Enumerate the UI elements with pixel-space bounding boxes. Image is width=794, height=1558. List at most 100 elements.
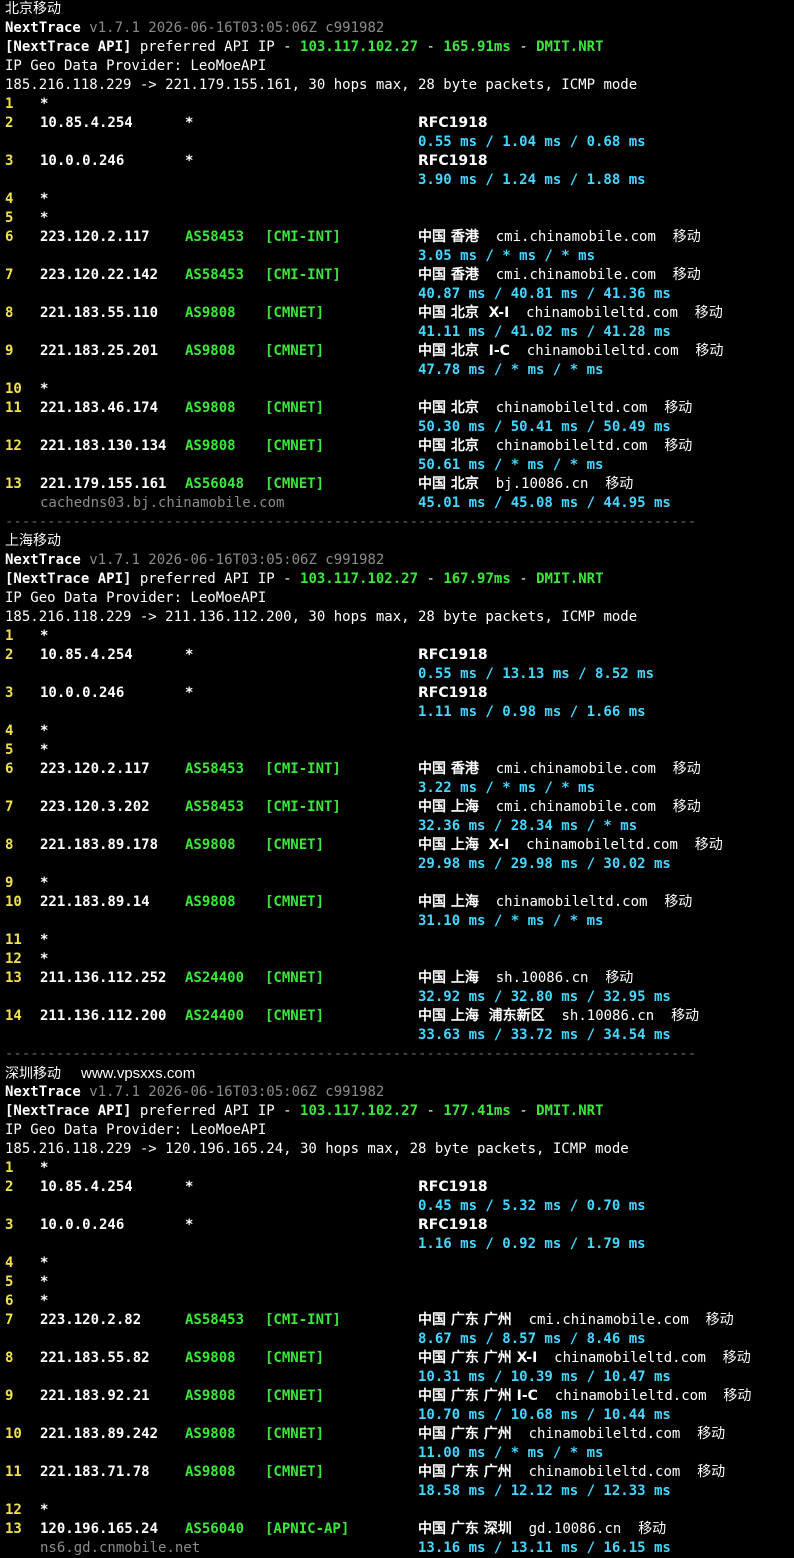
hop-row: 11 * xyxy=(5,931,794,950)
hop-tag: [CMI-INT] xyxy=(265,1312,341,1328)
hop-row: 10 221.183.89.242 AS9808 [CMNET] 中国 广东 广州 ch… xyxy=(5,1425,794,1444)
hop-isp: 移动 xyxy=(697,1464,726,1480)
hop-detail-row: 18.58 ms / 12.12 ms / 12.33 ms xyxy=(5,1482,794,1501)
api-line: [NextTrace API] preferred API IP - 103.1… xyxy=(5,38,794,57)
hop-number: 8 xyxy=(5,305,14,321)
hop-number: 10 xyxy=(5,894,22,910)
hop-host: chinamobileltd.com xyxy=(526,305,678,321)
hop-ip: 223.120.22.142 xyxy=(40,267,159,283)
hop-geo-group: 中国 广东 广州 chinamobileltd.com 移动 xyxy=(418,1463,725,1482)
hop-geo-group: 中国 上海 chinamobileltd.com 移动 xyxy=(418,893,692,912)
hop-asn: AS56040 xyxy=(185,1521,245,1537)
hop-detail-row: 29.98 ms / 29.98 ms / 30.02 ms xyxy=(5,855,794,874)
hop-host: cmi.chinamobile.com xyxy=(495,799,656,815)
hop-isp: 移动 xyxy=(672,799,701,815)
hop-rtt: 32.36 ms / 28.34 ms / * ms xyxy=(418,818,638,834)
hop-asn: AS9808 xyxy=(185,1388,236,1404)
hop-ip: * xyxy=(40,1502,49,1518)
hop-geo: 中国 上海 xyxy=(418,970,479,986)
hop-host: chinamobileltd.com xyxy=(528,1426,681,1442)
hop-geo: 中国 北京 X-I xyxy=(418,305,510,321)
api-sep: - xyxy=(418,39,444,55)
hop-row: 13 221.179.155.161 AS56048 [CMNET] 中国 北京 bj.… xyxy=(5,475,794,494)
hop-row: 8 221.183.89.178 AS9808 [CMNET] 中国 上海 X-I ch… xyxy=(5,836,794,855)
api-ip: 103.117.102.27 xyxy=(300,39,419,55)
hop-number: 5 xyxy=(5,1274,14,1290)
hop-detail-row: 41.11 ms / 41.02 ms / 41.28 ms xyxy=(5,323,794,342)
hop-detail-row: 50.30 ms / 50.41 ms / 50.49 ms xyxy=(5,418,794,437)
hop-host: cmi.chinamobile.com xyxy=(528,1312,689,1328)
hop-geo-group: 中国 上海 cmi.chinamobile.com 移动 xyxy=(418,798,701,817)
hop-detail-row: 32.36 ms / 28.34 ms / * ms xyxy=(5,817,794,836)
hop-geo: 中国 北京 xyxy=(418,438,479,454)
hop-asn: AS24400 xyxy=(185,970,245,986)
hop-ip: 120.196.165.24 xyxy=(40,1521,159,1537)
hop-geo: RFC1918 xyxy=(418,1179,488,1195)
hop-geo-group: RFC1918 xyxy=(418,1216,488,1235)
hop-row: 11 221.183.46.174 AS9808 [CMNET] 中国 北京 china… xyxy=(5,399,794,418)
hop-isp: 移动 xyxy=(695,343,724,359)
api-mid: preferred API IP - xyxy=(131,39,301,55)
hop-asn: AS24400 xyxy=(185,1008,245,1024)
hop-detail-row: 33.63 ms / 33.72 ms / 34.54 ms xyxy=(5,1026,794,1045)
hop-number: 2 xyxy=(5,1179,14,1195)
trace-header: 185.216.118.229 -> 120.196.165.24, 30 ho… xyxy=(5,1141,629,1157)
hop-rtt: 3.90 ms / 1.24 ms / 1.88 ms xyxy=(418,172,646,188)
separator: ----------------------------------------… xyxy=(5,514,697,530)
hop-geo: 中国 上海 浦东新区 xyxy=(418,1008,545,1024)
hop-geo-group: RFC1918 xyxy=(418,646,488,665)
hop-number: 9 xyxy=(5,875,14,891)
hop-ip: * xyxy=(40,1160,49,1176)
hop-number: 4 xyxy=(5,1255,14,1271)
hop-ip: 221.183.55.82 xyxy=(40,1350,150,1366)
hop-row: 1 * xyxy=(5,95,794,114)
api-node: DMIT.NRT xyxy=(536,1103,604,1119)
hop-rtt: 3.22 ms / * ms / * ms xyxy=(418,780,596,796)
hop-rtt: 0.45 ms / 5.32 ms / 0.70 ms xyxy=(418,1198,646,1214)
hop-detail-row: 3.22 ms / * ms / * ms xyxy=(5,779,794,798)
hop-geo-group: 中国 香港 cmi.chinamobile.com 移动 xyxy=(418,228,701,247)
hop-detail-row: cachedns03.bj.chinamobile.com 45.01 ms / … xyxy=(5,494,794,513)
hop-geo: 中国 香港 xyxy=(418,761,479,777)
hop-asn: AS58453 xyxy=(185,1312,245,1328)
hop-isp: 移动 xyxy=(638,1521,667,1537)
hop-row: 10 * xyxy=(5,380,794,399)
hop-isp: 移动 xyxy=(723,1388,752,1404)
hop-rtt: 40.87 ms / 40.81 ms / 41.36 ms xyxy=(418,286,671,302)
hop-tag: [CMI-INT] xyxy=(265,267,341,283)
api-sep: - xyxy=(510,571,537,587)
hop-number: 10 xyxy=(5,381,22,397)
hop-detail-row: ns6.gd.cnmobile.net 13.16 ms / 13.11 ms /… xyxy=(5,1539,794,1558)
hop-row: 3 10.0.0.246 * RFC1918 xyxy=(5,1216,794,1235)
hop-asn: AS9808 xyxy=(185,894,236,910)
hop-number: 2 xyxy=(5,647,14,663)
section-title: 上海移动 xyxy=(5,533,61,549)
hop-tag: [CMNET] xyxy=(265,476,325,492)
hop-number: 3 xyxy=(5,153,14,169)
hop-geo: 中国 上海 xyxy=(418,894,479,910)
hop-row: 4 * xyxy=(5,190,794,209)
hop-tag: [CMNET] xyxy=(265,1464,325,1480)
geo-provider-line: IP Geo Data Provider: LeoMoeAPI xyxy=(5,1121,794,1140)
hop-host: sh.10086.cn xyxy=(495,970,589,986)
hop-asn: AS58453 xyxy=(185,267,245,283)
hop-number: 11 xyxy=(5,400,22,416)
hop-row: 11 221.183.71.78 AS9808 [CMNET] 中国 广东 广州 chi… xyxy=(5,1463,794,1482)
hop-ip: 221.183.92.21 xyxy=(40,1388,150,1404)
hop-number: 7 xyxy=(5,799,14,815)
section-title-line: 北京移动 xyxy=(5,0,794,19)
hop-number: 4 xyxy=(5,191,14,207)
hop-ip: 221.183.89.242 xyxy=(40,1426,159,1442)
hop-asn: AS9808 xyxy=(185,400,236,416)
hop-host: chinamobileltd.com xyxy=(495,438,648,454)
hop-ip: 10.0.0.246 xyxy=(40,153,125,169)
hop-ip: * xyxy=(40,628,49,644)
hop-rtt: 0.55 ms / 1.04 ms / 0.68 ms xyxy=(418,134,646,150)
hop-number: 5 xyxy=(5,210,14,226)
hop-geo: 中国 广东 广州 xyxy=(418,1464,512,1480)
hop-number: 10 xyxy=(5,1426,22,1442)
hop-asn: * xyxy=(185,115,194,131)
trace-header: 185.216.118.229 -> 221.179.155.161, 30 h… xyxy=(5,77,638,93)
hop-tag: [CMNET] xyxy=(265,970,325,986)
hop-tag: [CMI-INT] xyxy=(265,229,341,245)
